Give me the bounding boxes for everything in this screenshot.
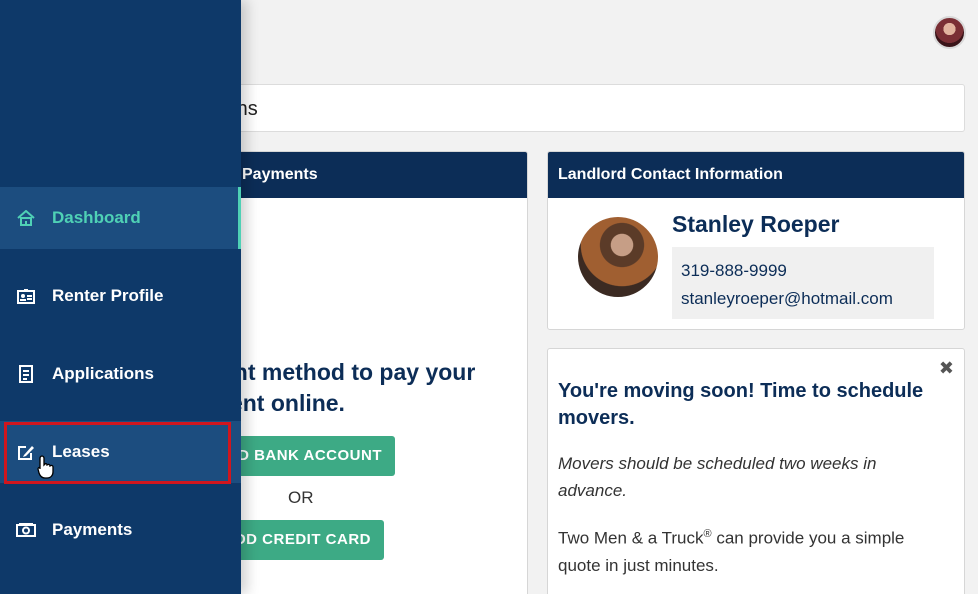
document-icon — [0, 365, 52, 383]
sidebar-item-label: Applications — [52, 364, 155, 383]
sidebar-item-label: Payments — [52, 520, 133, 539]
hand-cursor-icon — [37, 455, 55, 484]
movers-note: Movers should be scheduled two weeks in … — [558, 454, 877, 500]
landlord-contact-card: Landlord Contact Information Stanley Roe… — [547, 151, 965, 330]
id-card-icon — [0, 288, 52, 304]
sidebar: Dashboard Renter Profile Applications Le… — [0, 0, 241, 594]
landlord-name: Stanley Roeper — [672, 211, 840, 237]
movers-body-prefix: Two Men & a Truck — [558, 528, 704, 548]
landlord-card-header: Landlord Contact Information — [548, 152, 964, 198]
landlord-email[interactable]: stanleyroeper@hotmail.com — [681, 285, 925, 313]
movers-reminder-card: ✖ You're moving soon! Time to schedule m… — [547, 348, 965, 594]
add-credit-card-button[interactable]: DD CREDIT CARD — [221, 520, 384, 560]
payments-card: Payments ent method to pay your rent onl… — [220, 151, 528, 594]
user-avatar[interactable] — [933, 16, 966, 49]
payment-message-line-2: rent online. — [221, 390, 345, 416]
landlord-photo — [578, 217, 658, 297]
payment-method-message: ent method to pay your rent online. — [221, 357, 521, 419]
sidebar-item-payments[interactable]: Payments — [0, 499, 241, 561]
money-icon — [0, 523, 52, 537]
landlord-contact-details: 319-888-9999 stanleyroeper@hotmail.com — [672, 247, 934, 319]
sidebar-item-applications[interactable]: Applications — [0, 343, 241, 405]
page-title-bar: ions — [220, 84, 965, 132]
close-icon[interactable]: ✖ — [939, 358, 954, 379]
home-icon — [0, 210, 52, 226]
sidebar-item-label: Renter Profile — [52, 286, 164, 305]
movers-body: Two Men & a Truck® can provide you a sim… — [558, 521, 948, 579]
sidebar-item-renter-profile[interactable]: Renter Profile — [0, 265, 241, 327]
add-bank-account-button[interactable]: D BANK ACCOUNT — [221, 436, 395, 476]
payment-message-line-1: ent method to pay your — [221, 359, 476, 385]
sidebar-item-label: Dashboard — [52, 208, 141, 227]
sidebar-item-dashboard[interactable]: Dashboard — [0, 187, 241, 249]
or-separator: OR — [288, 488, 314, 507]
payments-card-header: Payments — [221, 152, 527, 198]
movers-title: You're moving soon! Time to schedule mov… — [558, 380, 924, 429]
landlord-phone[interactable]: 319-888-9999 — [681, 257, 925, 285]
registered-mark: ® — [703, 528, 712, 540]
